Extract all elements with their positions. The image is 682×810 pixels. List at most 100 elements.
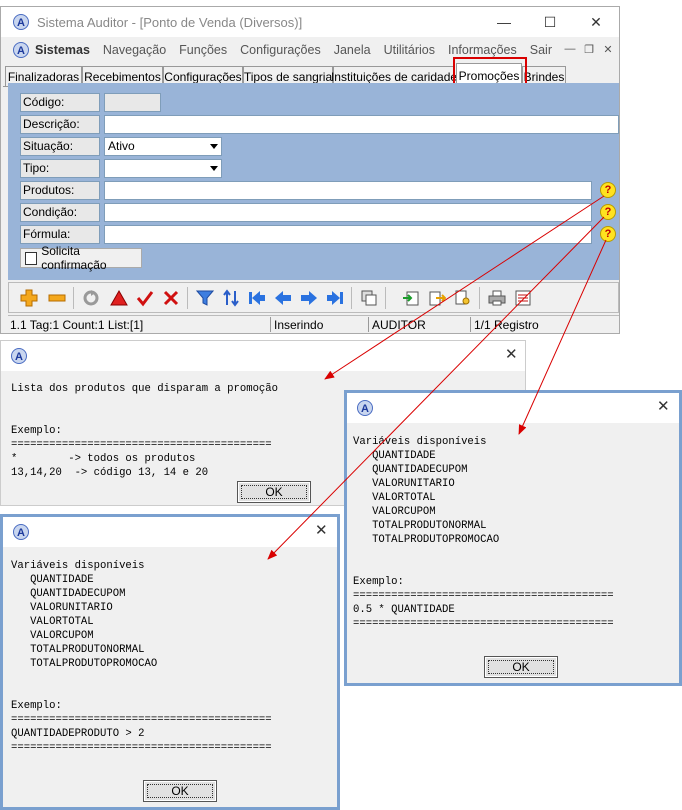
mdi-minimize-icon: — [564,43,576,55]
triangle-up-icon [110,289,128,306]
status-bar: 1.1 Tag:1 Count:1 List:[1] Inserindo AUD… [8,315,619,333]
add-record-button[interactable] [19,288,39,308]
left-arrow-icon [275,291,291,305]
codigo-label: Código: [20,93,100,112]
menu-sair[interactable]: Sair [530,43,552,57]
produtos-help-icon[interactable]: ? [600,182,616,198]
menu-navegacao[interactable]: Navegação [103,43,166,57]
plus-icon [20,289,38,307]
tipo-label: Tipo: [20,159,100,178]
sort-button[interactable] [221,288,241,308]
menu-janela[interactable]: Janela [334,43,371,57]
dialog-close-icon[interactable]: ✕ [315,521,328,539]
cancel-button[interactable] [161,288,181,308]
close-icon: ✕ [590,13,602,30]
mdi-minimize-button[interactable]: — [561,40,579,58]
produtos-label: Produtos: [20,181,100,200]
close-button[interactable]: ✕ [573,7,619,37]
export-button[interactable] [427,288,447,308]
sort-arrows-icon [223,289,239,307]
main-window: A Sistema Auditor - [Ponto de Venda (Div… [0,6,620,334]
edit-button[interactable] [109,288,129,308]
copy-icon [361,290,377,306]
formula-help-icon[interactable]: ? [600,226,616,242]
toolbar-separator [187,287,188,309]
situacao-select[interactable]: Ativo [104,137,222,156]
condicao-help-dialog: A ✕ Variáveis disponíveis QUANTIDADE QUA… [0,514,340,810]
dialog-title-bar[interactable]: A ✕ [3,517,337,547]
document-search-icon [455,290,470,305]
produtos-input[interactable] [104,181,592,200]
mdi-close-icon: ✕ [603,43,613,56]
report-icon [515,290,531,306]
descricao-label: Descrição: [20,115,100,134]
menu-funcoes[interactable]: Funções [179,43,227,57]
produtos-help-text: Lista dos produtos que disparam a promoç… [11,383,279,479]
status-user: AUDITOR [372,318,426,332]
minimize-button[interactable]: — [481,7,527,37]
next-record-button[interactable] [299,288,319,308]
dialog-title-bar[interactable]: A ✕ [347,393,679,423]
mdi-restore-button[interactable]: ❐ [580,40,598,58]
last-record-button[interactable] [325,288,345,308]
import-icon [403,291,419,306]
dialog-title-bar[interactable]: A ✕ [1,341,525,371]
remove-record-button[interactable] [47,288,67,308]
formula-help-dialog: A ✕ Variáveis disponíveis QUANTIDADE QUA… [344,390,682,686]
dialog-close-icon[interactable]: ✕ [657,397,670,415]
chevron-down-icon [210,166,218,171]
refresh-button[interactable] [81,288,101,308]
tipo-select[interactable] [104,159,222,178]
find-button[interactable] [453,288,473,308]
filter-button[interactable] [195,288,215,308]
svg-text:A: A [17,17,25,29]
condicao-input[interactable] [104,203,592,222]
toolbar-separator [479,287,480,309]
status-info: 1.1 Tag:1 Count:1 List:[1] [10,318,144,332]
right-arrow-icon [301,291,317,305]
svg-text:A: A [17,527,25,539]
first-record-button[interactable] [247,288,267,308]
import-button[interactable] [401,288,421,308]
confirm-button[interactable] [135,288,155,308]
mdi-close-button[interactable]: ✕ [599,40,617,58]
form-panel: Código: Descrição: Situação: Ativo Tipo:… [8,83,619,280]
descricao-input[interactable] [104,115,619,134]
formula-input[interactable] [104,225,592,244]
print-button[interactable] [487,288,507,308]
refresh-icon [83,290,99,306]
situacao-label: Situação: [20,137,100,156]
menu-informacoes[interactable]: Informações [448,43,517,57]
mdi-restore-icon: ❐ [584,43,594,56]
previous-record-button[interactable] [273,288,293,308]
condicao-help-text: Variáveis disponíveis QUANTIDADE QUANTID… [11,560,272,754]
status-divider [470,317,471,332]
menu-configuracoes[interactable]: Configurações [240,43,321,57]
condicao-label: Condição: [20,203,100,222]
ok-button[interactable]: OK [237,481,311,503]
copy-button[interactable] [359,288,379,308]
codigo-input[interactable] [104,93,161,112]
maximize-button[interactable]: ☐ [527,7,573,37]
ok-button[interactable]: OK [143,780,217,802]
toolbar-separator [351,287,352,309]
menu-utilitarios[interactable]: Utilitários [384,43,435,57]
minus-icon [48,294,66,302]
solicita-confirmacao-checkbox[interactable]: Solicita confirmação [20,244,142,272]
condicao-help-icon[interactable]: ? [600,204,616,220]
menu-sistemas[interactable]: Sistemas [35,43,90,57]
report-button[interactable] [513,288,533,308]
app-logo-icon: A [11,348,27,364]
dialog-close-icon[interactable]: ✕ [505,345,518,363]
window-title: Sistema Auditor - [Ponto de Venda (Diver… [37,14,303,30]
app-logo-icon: A [13,14,29,30]
toolbar-separator [73,287,74,309]
checkbox-box-icon [25,251,38,265]
app-logo-icon: A [357,400,373,416]
status-divider [368,317,369,332]
ok-button[interactable]: OK [484,656,558,678]
status-divider [270,317,271,332]
status-mode: Inserindo [274,318,324,332]
formula-label: Fórmula: [20,225,100,244]
maximize-icon: ☐ [543,13,557,30]
